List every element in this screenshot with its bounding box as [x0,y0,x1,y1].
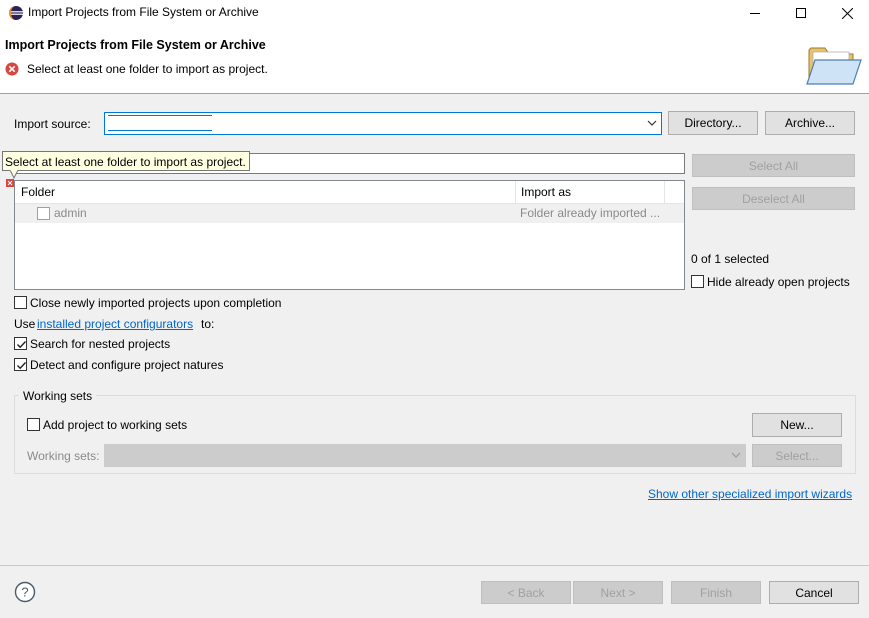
chevron-down-icon [731,452,741,458]
chevron-down-icon [647,120,657,126]
selected-count: 0 of 1 selected [691,252,770,266]
field-error-icon [6,179,14,187]
close-newly-imported-label[interactable]: Close newly imported projects upon compl… [30,296,281,310]
validation-tooltip: Select at least one folder to import as … [2,151,250,171]
select-working-sets-button[interactable]: Select... [752,444,842,467]
working-sets-combo[interactable] [104,444,746,467]
back-button[interactable]: < Back [481,581,571,604]
checkmark-icon [17,341,27,349]
deselect-all-button[interactable]: Deselect All [692,187,855,210]
import-source-value [108,115,212,131]
eclipse-app-icon [9,6,23,20]
wizard-header: Import Projects from File System or Arch… [0,26,869,94]
detect-natures-label[interactable]: Detect and configure project natures [30,358,223,372]
open-folder-icon [806,47,862,85]
close-button[interactable] [824,0,869,26]
checkmark-icon [17,362,27,370]
window-title: Import Projects from File System or Arch… [28,5,259,19]
column-header-import-as[interactable]: Import as [521,185,571,199]
working-sets-title: Working sets [19,389,97,403]
use-label: Use [14,317,36,331]
help-icon[interactable]: ? [14,581,36,603]
table-row[interactable]: admin Folder already imported ... [15,204,684,223]
archive-button[interactable]: Archive... [765,111,855,135]
title-bar: Import Projects from File System or Arch… [0,0,869,26]
projects-table[interactable]: Folder Import as admin Folder already im… [14,180,685,290]
error-icon [5,62,19,76]
finish-button[interactable]: Finish [671,581,761,604]
column-divider[interactable] [515,181,516,204]
next-button[interactable]: Next > [573,581,663,604]
footer-separator [0,565,869,566]
installed-configurators-link[interactable]: installed project configurators [37,317,193,331]
search-nested-projects-checkbox[interactable] [14,337,27,350]
maximize-button[interactable] [778,0,824,26]
row-folder-name: admin [54,206,87,220]
import-source-combo[interactable] [104,112,662,135]
column-header-folder[interactable]: Folder [21,185,55,199]
maximize-icon [796,8,806,18]
cancel-button[interactable]: Cancel [769,581,859,604]
hide-open-projects-checkbox[interactable] [691,275,704,288]
row-import-as: Folder already imported ... [520,206,661,220]
directory-button[interactable]: Directory... [668,111,758,135]
detect-natures-checkbox[interactable] [14,358,27,371]
minimize-icon [750,13,760,14]
working-sets-label: Working sets: [27,449,100,463]
minimize-button[interactable] [732,0,778,26]
hide-open-projects-label[interactable]: Hide already open projects [707,275,850,289]
column-divider[interactable] [664,181,665,204]
import-source-label: Import source: [14,117,91,131]
close-icon [841,7,853,19]
search-nested-projects-label[interactable]: Search for nested projects [30,337,170,351]
new-working-set-button[interactable]: New... [752,413,842,437]
add-to-working-sets-label[interactable]: Add project to working sets [43,418,187,432]
other-import-wizards-link[interactable]: Show other specialized import wizards [648,487,852,501]
select-all-button[interactable]: Select All [692,154,855,177]
to-label: to: [201,317,215,331]
error-message: Select at least one folder to import as … [27,62,268,76]
close-newly-imported-checkbox[interactable] [14,296,27,309]
table-header: Folder Import as [15,181,684,204]
svg-text:?: ? [21,585,28,600]
row-checkbox[interactable] [37,207,50,220]
add-to-working-sets-checkbox[interactable] [27,418,40,431]
page-title: Import Projects from File System or Arch… [5,38,266,52]
